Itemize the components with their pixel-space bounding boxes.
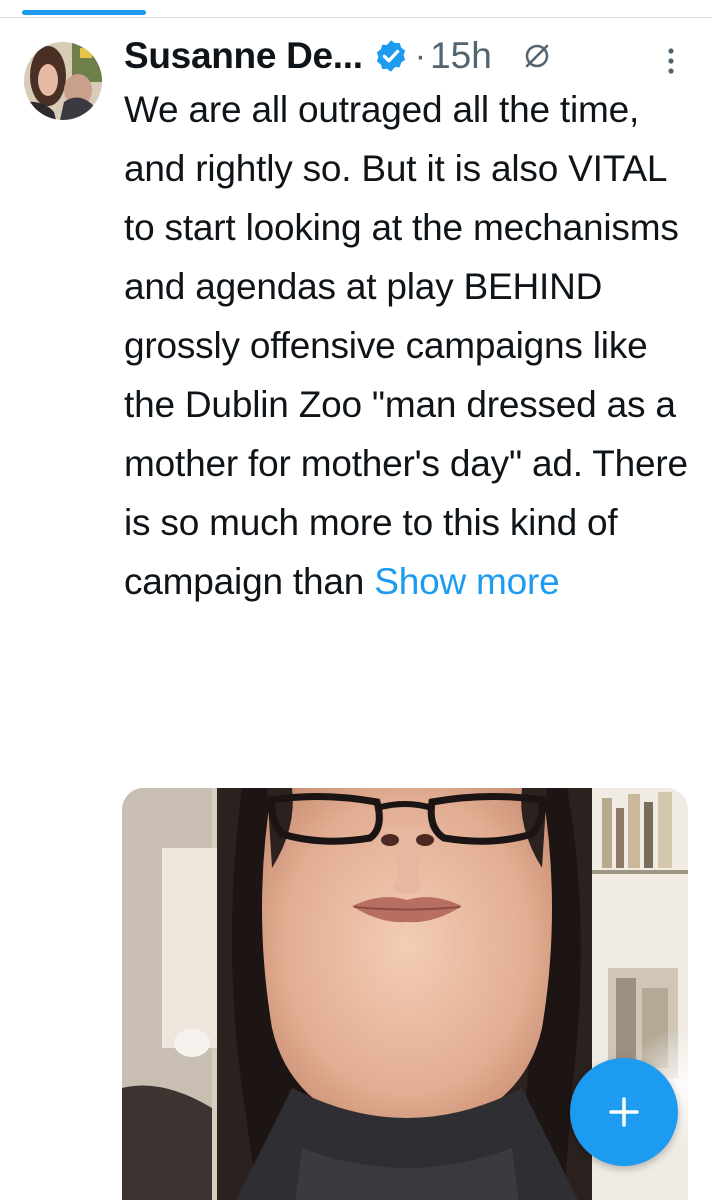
verified-badge-icon [373, 38, 409, 74]
more-vertical-icon[interactable] [661, 46, 681, 76]
active-tab-indicator [22, 10, 146, 15]
show-more-link[interactable]: Show more [374, 561, 560, 602]
divider [0, 17, 712, 18]
top-tab-bar [0, 0, 712, 16]
circle-slash-icon[interactable] [522, 41, 552, 71]
timestamp[interactable]: 15h [430, 35, 492, 77]
compose-tweet-button[interactable] [570, 1058, 678, 1166]
tweet-body: We are all outraged all the time, and ri… [124, 89, 688, 602]
tweet-header: Susanne De... · 15h [124, 26, 694, 86]
author-name[interactable]: Susanne De... [124, 35, 363, 77]
plus-icon [607, 1095, 641, 1129]
header-separator: · [414, 36, 427, 75]
timeline-screen: Susanne De... · 15h We are all outraged … [0, 0, 712, 1200]
tweet-text: We are all outraged all the time, and ri… [124, 80, 694, 611]
author-avatar[interactable] [24, 42, 102, 120]
avatar-photo [24, 42, 102, 120]
